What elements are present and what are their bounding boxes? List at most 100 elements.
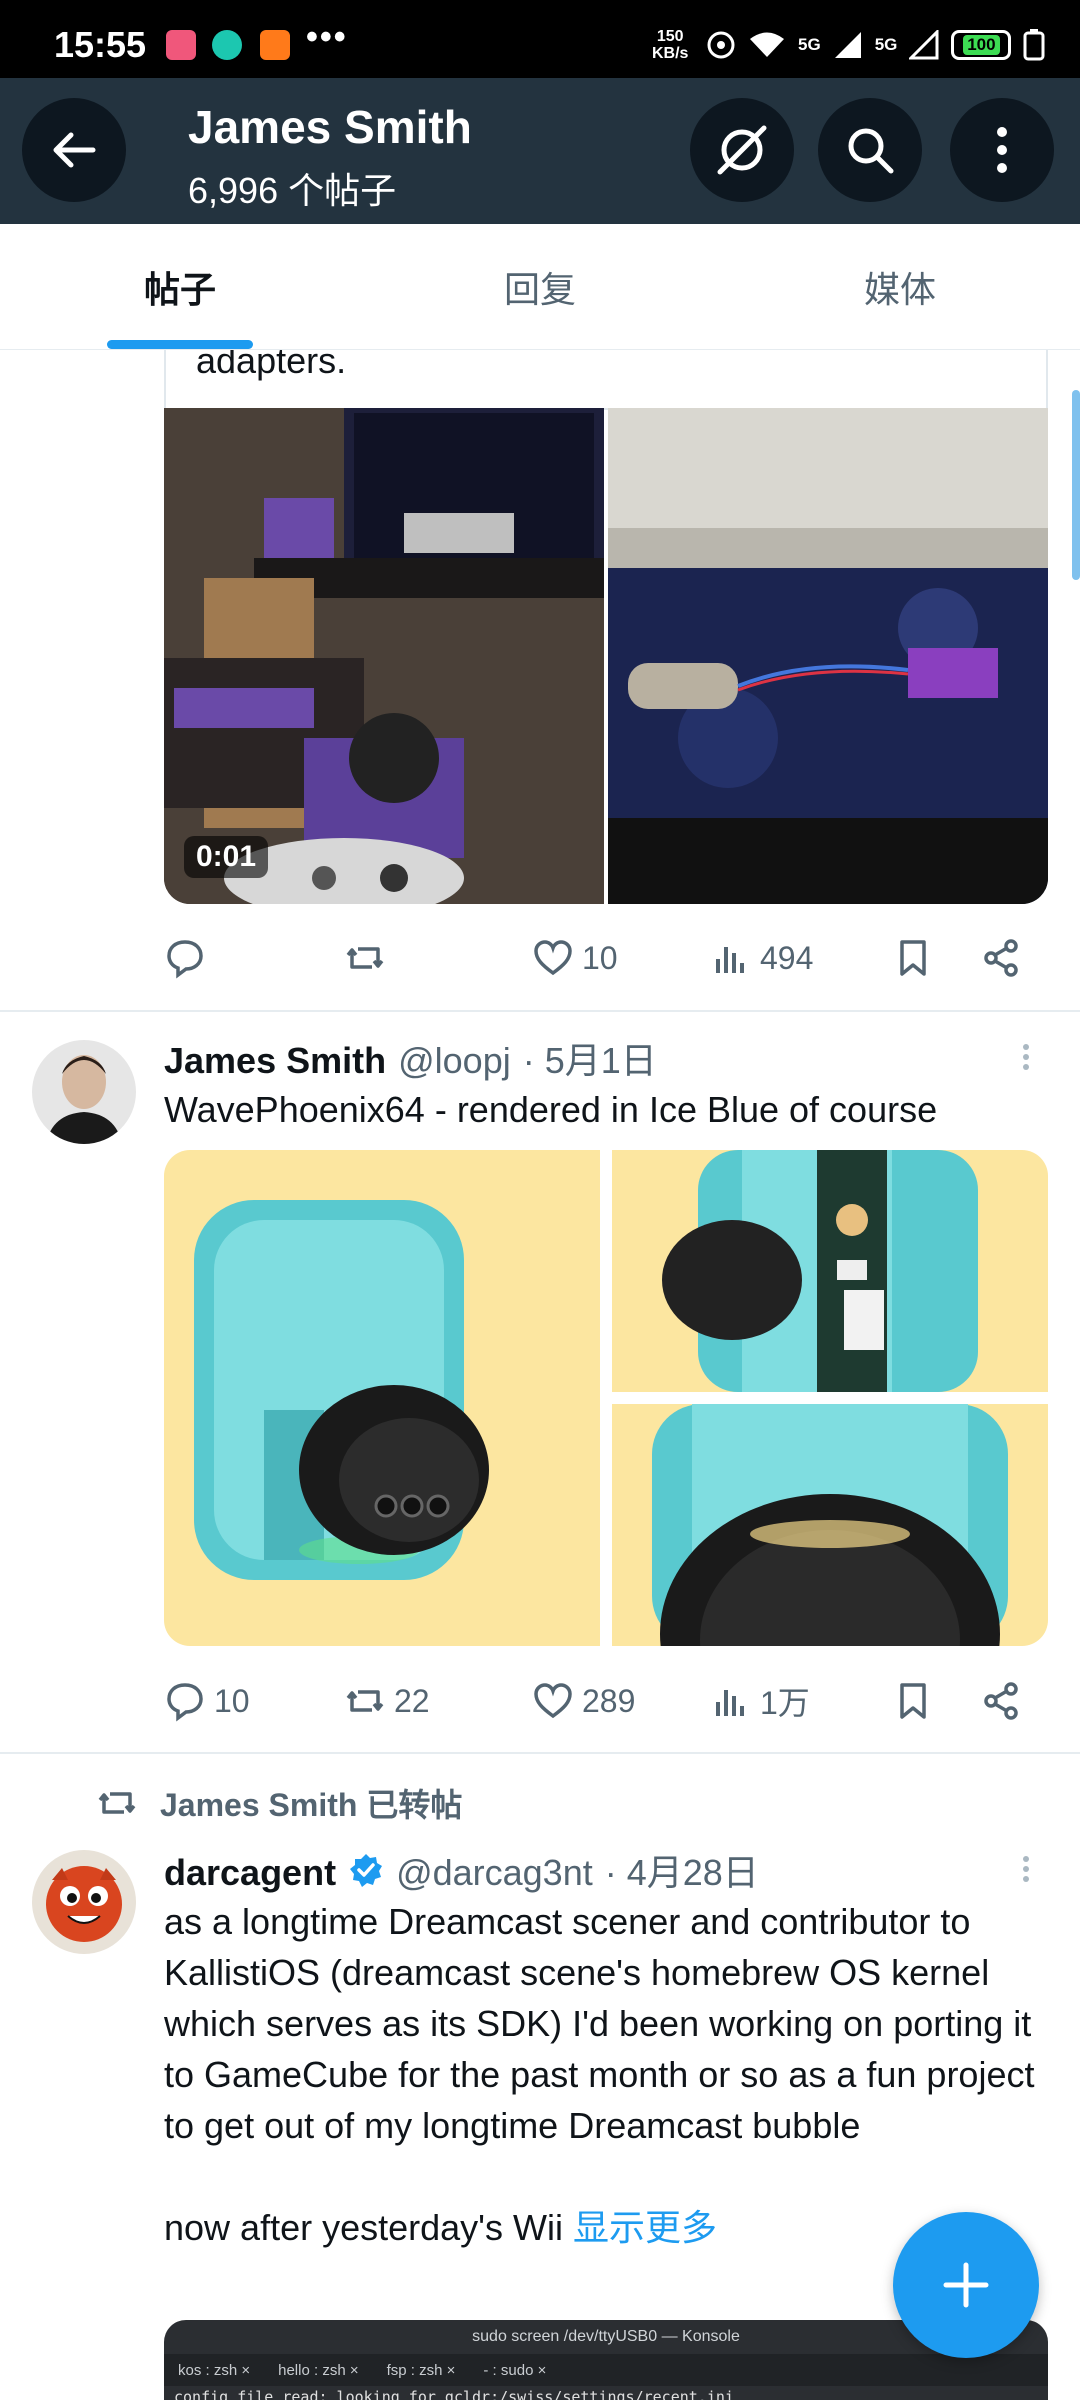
compose-button[interactable]	[893, 2212, 1039, 2358]
avatar-photo	[32, 1850, 136, 1954]
battery-icon: 100	[951, 30, 1012, 60]
views-button[interactable]: 1万	[710, 1676, 810, 1726]
setup-photo	[164, 408, 604, 904]
adapter-render-side	[612, 1150, 1048, 1392]
retweet-context: James Smith 已转帖	[96, 1780, 462, 1826]
more-notifications-icon: •••	[306, 18, 348, 56]
bookmark-button[interactable]	[892, 1676, 934, 1726]
avatar[interactable]	[32, 1040, 136, 1144]
show-more-link[interactable]: 显示更多	[573, 2207, 717, 2248]
bookmark-icon	[900, 940, 926, 976]
grok-icon	[717, 125, 767, 175]
post-divider	[0, 1752, 1080, 1754]
retweet-icon	[346, 1690, 384, 1712]
like-count: 289	[582, 1682, 636, 1719]
terminal-tab: hello : zsh ×	[278, 2361, 359, 2379]
post-image[interactable]	[612, 1404, 1048, 1646]
profile-header: James Smith 6,996 个帖子	[0, 78, 1080, 224]
plus-icon	[943, 2262, 989, 2308]
hotspot-icon	[707, 31, 735, 59]
views-button[interactable]: 494	[710, 933, 813, 983]
terminal-line: config file read: looking for gcldr:/swi…	[174, 2388, 734, 2400]
post-text: as a longtime Dreamcast scener and contr…	[164, 1896, 1054, 2253]
adapter-render-front	[164, 1150, 600, 1646]
tab-media-label: 媒体	[863, 268, 936, 310]
views-icon	[716, 1690, 744, 1716]
terminal-tab: fsp : zsh ×	[386, 2361, 456, 2379]
author-name[interactable]: James Smith	[164, 1040, 386, 1082]
like-button[interactable]: 289	[532, 1676, 635, 1726]
heart-icon	[534, 940, 572, 976]
tab-replies[interactable]: 回复	[360, 224, 720, 349]
more-options-button[interactable]	[950, 98, 1054, 202]
adapter-render-back	[612, 1404, 1048, 1646]
search-icon	[848, 128, 894, 174]
retweeted-by[interactable]: James Smith 已转帖	[160, 1780, 462, 1826]
network-speed: 150 KB/s	[652, 28, 688, 62]
avatar-photo	[32, 1040, 136, 1144]
reply-button[interactable]	[164, 933, 214, 983]
quoted-card[interactable]: adapters.	[164, 340, 1048, 410]
share-icon	[984, 939, 1018, 977]
share-icon	[984, 1682, 1018, 1720]
tab-replies-label: 回复	[503, 268, 576, 310]
bookmark-icon	[900, 1683, 926, 1719]
wifi-icon	[750, 32, 784, 57]
share-button[interactable]	[980, 933, 1022, 983]
retweet-icon	[98, 1792, 136, 1814]
post-image[interactable]	[608, 408, 1048, 904]
network-type-1: 5G	[798, 35, 821, 54]
active-tab-indicator	[107, 340, 253, 349]
author-handle[interactable]: @darcag3nt	[396, 1852, 593, 1894]
author-handle[interactable]: @loopj	[398, 1040, 511, 1082]
verified-badge-icon	[350, 1854, 383, 1887]
post-body: as a longtime Dreamcast scener and contr…	[164, 1901, 1035, 2248]
retweet-button[interactable]	[344, 933, 394, 983]
post-more-button[interactable]	[1014, 1040, 1038, 1080]
profile-name: James Smith	[188, 101, 472, 153]
app-notification-icon	[166, 30, 196, 60]
views-icon	[716, 947, 744, 973]
post-actions: 10 22 289 1万	[164, 1676, 1044, 1726]
tab-media[interactable]: 媒体	[720, 224, 1080, 349]
more-vertical-icon	[997, 127, 1007, 173]
reply-count: 10	[214, 1682, 250, 1719]
video-thumbnail[interactable]: 0:01	[164, 408, 604, 904]
taobao-notification-icon	[260, 30, 290, 60]
heart-icon	[534, 1683, 572, 1719]
like-count: 10	[582, 939, 618, 976]
post-actions: 10 494	[164, 933, 1044, 983]
views-count: 494	[760, 939, 814, 976]
avatar[interactable]	[32, 1850, 136, 1954]
reply-icon	[167, 940, 203, 979]
post-header: darcagent @darcag3nt · 4月28日	[164, 1844, 759, 1896]
scrollbar-thumb[interactable]	[1072, 390, 1080, 580]
app-notification-icon	[212, 30, 242, 60]
views-count: 1万	[760, 1685, 810, 1721]
terminal-tab: - : sudo ×	[483, 2361, 547, 2379]
post-image[interactable]	[164, 1150, 600, 1646]
adapter-photo	[608, 408, 1048, 904]
status-time: 15:55	[54, 24, 147, 65]
signal-icon	[834, 32, 861, 58]
retweet-button[interactable]: 22	[344, 1676, 430, 1726]
author-name[interactable]: darcagent	[164, 1852, 336, 1894]
post-date: · 4月28日	[604, 1852, 759, 1893]
tab-posts[interactable]: 帖子	[0, 224, 360, 349]
grok-button[interactable]	[690, 98, 794, 202]
like-button[interactable]: 10	[532, 933, 618, 983]
back-button[interactable]	[22, 98, 126, 202]
reply-button[interactable]: 10	[164, 1676, 250, 1726]
share-button[interactable]	[980, 1676, 1022, 1726]
signal-icon	[909, 30, 939, 60]
post-image[interactable]	[612, 1150, 1048, 1392]
charging-icon	[1023, 29, 1045, 61]
post-text: WavePhoenix64 - rendered in Ice Blue of …	[164, 1089, 938, 1130]
network-speed-unit: KB/s	[652, 45, 689, 62]
bookmark-button[interactable]	[892, 933, 934, 983]
search-button[interactable]	[818, 98, 922, 202]
post-more-button[interactable]	[1014, 1852, 1038, 1892]
retweet-count: 22	[394, 1682, 430, 1719]
terminal-tabs: kos : zsh × hello : zsh × fsp : zsh × - …	[164, 2354, 1048, 2386]
network-speed-value: 150	[656, 28, 684, 45]
